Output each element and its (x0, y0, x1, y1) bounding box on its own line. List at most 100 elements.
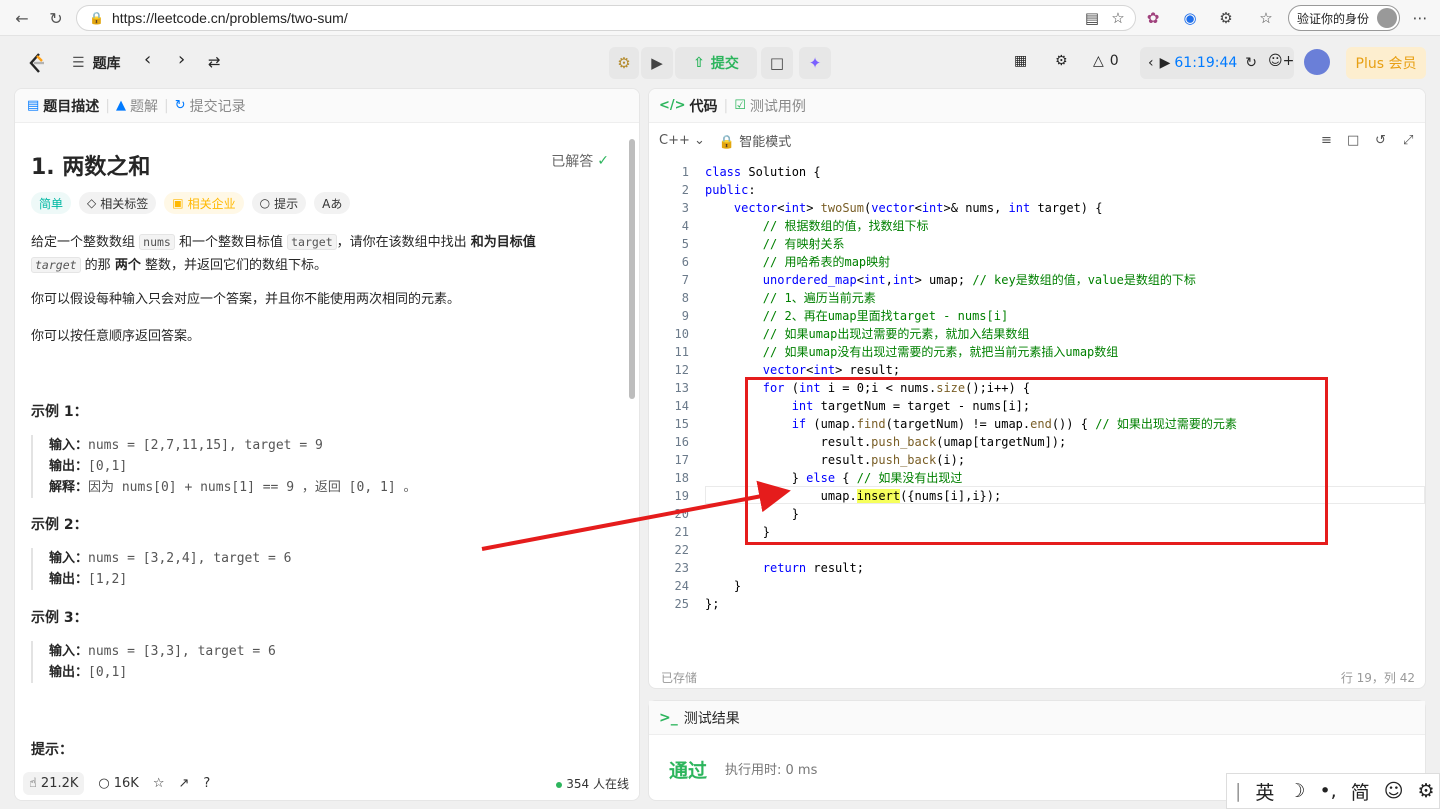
ime-settings-icon[interactable]: ⚙ (1418, 780, 1435, 802)
leetcode-logo-icon[interactable] (26, 52, 48, 74)
example-3-block: 输入：nums = [3,3], target = 6 输出：[0,1] (31, 641, 276, 683)
comments-button[interactable]: ○ 16K (98, 776, 138, 791)
code-line[interactable]: 7 unordered_map<int,int> umap; // key是数组… (649, 271, 1425, 289)
code-line[interactable]: 5 // 有映射关系 (649, 235, 1425, 253)
ime-grip-icon[interactable]: | (1235, 780, 1241, 802)
emoji-icon[interactable]: ☺ (1384, 780, 1404, 802)
online-dot-icon (556, 781, 563, 788)
extension-icon[interactable]: ◉ (1180, 8, 1200, 28)
like-button[interactable]: ☝ 21.2K (23, 771, 85, 795)
check-circle-icon: ✓ (597, 153, 609, 169)
line-number: 15 (674, 417, 689, 431)
code-line[interactable]: 1 class Solution { (649, 163, 1425, 181)
share-icon[interactable]: ↗ (178, 776, 189, 791)
extensions-puzzle-icon[interactable]: ⚙ (1216, 8, 1236, 28)
ime-language-toggle[interactable]: 英 (1255, 778, 1274, 805)
next-problem-chevron-icon[interactable]: › (178, 49, 185, 70)
more-menu-icon[interactable]: ⋯ (1410, 8, 1430, 28)
related-tags-button[interactable]: ◇ 相关标签 (79, 192, 157, 214)
add-friend-icon[interactable]: ☺+ (1268, 53, 1294, 69)
tab-submissions[interactable]: ↻ 提交记录 (175, 96, 246, 116)
note-icon[interactable]: □ (761, 47, 793, 79)
tab-test-result-label: 测试结果 (683, 710, 740, 727)
language-select[interactable]: C++ ⌄ (659, 133, 705, 148)
address-bar[interactable]: 🔒 https://leetcode.cn/problems/two-sum/ (76, 5, 1136, 31)
code-line[interactable]: 9 // 2、再在umap里面找target - nums[i] (649, 307, 1425, 325)
star-icon[interactable]: ☆ (153, 776, 165, 791)
output-label: 输出： (49, 665, 89, 680)
plus-membership-button[interactable]: Plus 会员 (1346, 47, 1426, 79)
line-number: 20 (674, 507, 689, 521)
tab-test-result[interactable]: >_ 测试结果 (649, 701, 1425, 735)
refresh-icon[interactable]: ↻ (46, 8, 66, 28)
verdict: 通过 (669, 760, 708, 782)
code-brackets-icon: </> (659, 98, 686, 113)
copilot-extension-icon[interactable]: ✿ (1143, 8, 1163, 28)
punctuation-icon[interactable]: •, (1319, 780, 1336, 802)
ime-simplified-toggle[interactable]: 简 (1351, 778, 1370, 805)
output-label: 输出： (49, 572, 89, 587)
code-line[interactable]: 10 // 如果umap出现过需要的元素，就加入结果数组 (649, 325, 1425, 343)
url-text: https://leetcode.cn/problems/two-sum/ (111, 10, 348, 26)
tab-solutions[interactable]: ▲ 题解 (116, 96, 158, 116)
example-input: nums = [3,2,4], target = 6 (88, 551, 292, 566)
streak-fire-counter[interactable]: △ 0 (1093, 53, 1119, 69)
line-number: 1 (681, 165, 689, 179)
code-line[interactable]: 2 public: (649, 181, 1425, 199)
favorite-star-icon[interactable]: ☆ (1108, 8, 1128, 28)
code-line[interactable]: 8 // 1、遍历当前元素 (649, 289, 1425, 307)
lock-icon: 🔒 (718, 134, 736, 150)
code-text: // 2、再在umap里面找target - nums[i] (762, 309, 1009, 323)
timer-play-icon: ▶ (1159, 55, 1171, 71)
code-line[interactable]: 6 // 用哈希表的map映射 (649, 253, 1425, 271)
code-line[interactable]: 3 vector<int> twoSum(vector<int>& nums, … (649, 199, 1425, 217)
bookmark-icon[interactable]: □ (1347, 133, 1359, 148)
favorites-list-icon[interactable]: ☆ (1256, 8, 1276, 28)
code-line[interactable]: 4 // 根据数组的值，找数组下标 (649, 217, 1425, 235)
translate-button[interactable]: Aあ (314, 192, 351, 214)
settings-gear-icon[interactable]: ⚙ (1055, 53, 1068, 69)
reader-mode-icon[interactable]: ▤ (1082, 8, 1102, 28)
tab-solutions-label: 题解 (130, 98, 159, 115)
fullscreen-icon[interactable]: ⤢ (1403, 133, 1413, 148)
input-label: 输入： (49, 438, 89, 453)
run-play-icon[interactable]: ▶ (641, 47, 673, 79)
description-paragraph-2: 你可以假设每种输入只会对应一个答案，并且你不能使用两次相同的元素。 (31, 292, 461, 307)
prev-problem-chevron-icon[interactable]: ‹ (144, 49, 151, 70)
code-text: } (705, 579, 742, 593)
reset-code-icon[interactable]: ↺ (1375, 133, 1386, 148)
code-line[interactable]: 11 // 如果umap没有出现过需要的元素，就把当前元素插入umap数组 (649, 343, 1425, 361)
tab-testcase[interactable]: ☑ 测试用例 (734, 96, 806, 116)
ai-sparkle-icon[interactable]: ✦ (799, 47, 831, 79)
debug-bug-icon[interactable]: ⚙ (609, 47, 639, 79)
user-avatar[interactable] (1304, 49, 1330, 75)
tab-description-label: 题目描述 (43, 98, 100, 115)
back-arrow-icon[interactable]: ← (12, 8, 32, 28)
tab-description[interactable]: ▤ 题目描述 (27, 96, 99, 116)
line-number: 4 (681, 219, 689, 233)
layout-grid-icon[interactable]: ▦ (1014, 53, 1027, 69)
submit-button[interactable]: ⇧ 提交 (675, 47, 757, 79)
code-line[interactable]: 23 return result; (649, 559, 1425, 577)
example-input: nums = [3,3], target = 6 (88, 644, 276, 659)
tab-code[interactable]: </> 代码 (659, 96, 718, 116)
code-text: return result; (762, 561, 864, 575)
code-line[interactable]: 24 } (649, 577, 1425, 595)
help-question-icon[interactable]: ? (203, 776, 210, 791)
related-companies-button[interactable]: ▣ 相关企业 (164, 192, 244, 214)
tab-testcase-label: 测试用例 (749, 98, 806, 115)
example-output: [0,1] (88, 665, 128, 680)
tag-icon: ◇ (87, 196, 97, 210)
profile-button[interactable]: 验证你的身份 (1288, 5, 1400, 31)
mode-label: 智能模式 (739, 134, 792, 150)
hint-button[interactable]: ○ 提示 (251, 192, 307, 214)
format-icon[interactable]: ≡ (1321, 133, 1332, 148)
description-scrollbar[interactable] (629, 139, 635, 399)
code-line[interactable]: 25}; (649, 595, 1425, 613)
problem-list-link[interactable]: ☰ 题库 (72, 53, 121, 73)
description-footer: ☝ 21.2K ○ 16K ☆ ↗ ? 354 人在线 (15, 764, 639, 800)
difficulty-badge[interactable]: 简单 (31, 192, 72, 214)
moon-icon[interactable]: ☽ (1288, 780, 1305, 802)
random-shuffle-icon[interactable]: ⇄ (208, 53, 221, 71)
mode-toggle[interactable]: 🔒 智能模式 (719, 131, 791, 150)
